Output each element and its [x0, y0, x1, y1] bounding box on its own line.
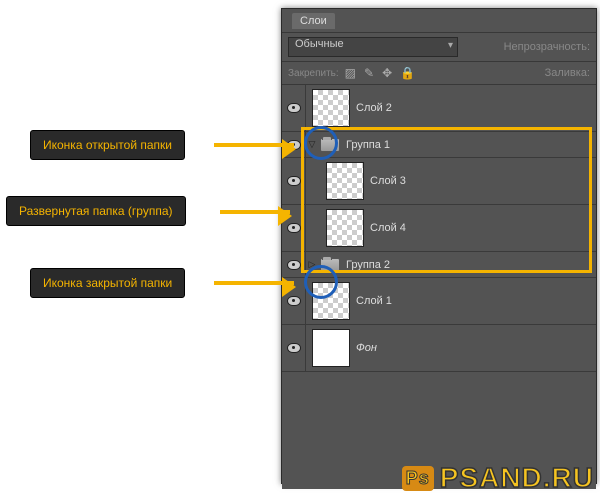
visibility-toggle[interactable]: [282, 158, 306, 204]
layer-name[interactable]: Слой 3: [370, 175, 596, 187]
layer-thumbnail[interactable]: [326, 162, 364, 200]
layer-thumbnail[interactable]: [326, 209, 364, 247]
layer-name[interactable]: Слой 2: [356, 102, 596, 114]
panel-lockbar: Закрепить: ▨ ✎ ✥ 🔒 Заливка:: [282, 62, 596, 85]
lock-move-icon[interactable]: ✥: [382, 66, 392, 80]
lock-icons: ▨ ✎ ✥ 🔒: [345, 66, 415, 80]
layer-thumbnail[interactable]: [312, 329, 350, 367]
layer-name[interactable]: Фон: [356, 342, 596, 354]
lock-label: Закрепить:: [288, 68, 339, 79]
lock-all-icon[interactable]: 🔒: [400, 66, 415, 80]
visibility-toggle[interactable]: [282, 205, 306, 251]
blend-mode-select[interactable]: Обычные: [288, 37, 458, 57]
layer-row[interactable]: Слой 3: [282, 158, 596, 205]
arrow-expanded-group: [220, 210, 290, 214]
watermark: Ps PSAND.RU: [402, 462, 594, 494]
eye-icon: [287, 176, 301, 186]
layer-group-row[interactable]: ▽ Группа 1: [282, 132, 596, 158]
layer-row[interactable]: Слой 2: [282, 85, 596, 132]
eye-icon: [287, 296, 301, 306]
lock-pixels-icon[interactable]: ▨: [345, 66, 356, 80]
annotation-expanded-group: Развернутая папка (группа): [6, 196, 186, 226]
disclosure-closed-icon[interactable]: ▷: [306, 259, 318, 270]
watermark-text: PSAND.RU: [440, 462, 594, 494]
layer-thumbnail[interactable]: [312, 282, 350, 320]
eye-icon: [287, 103, 301, 113]
blend-mode-value: Обычные: [295, 38, 344, 50]
visibility-toggle[interactable]: [282, 252, 306, 277]
visibility-toggle[interactable]: [282, 85, 306, 131]
eye-icon: [287, 223, 301, 233]
layer-row[interactable]: Слой 4: [282, 205, 596, 252]
layer-thumbnail[interactable]: [312, 89, 350, 127]
lock-brush-icon[interactable]: ✎: [364, 66, 374, 80]
annotation-open-folder: Иконка открытой папки: [30, 130, 185, 160]
layer-row[interactable]: Слой 1: [282, 278, 596, 325]
layer-name[interactable]: Слой 4: [370, 222, 596, 234]
visibility-toggle[interactable]: [282, 278, 306, 324]
annotation-closed-folder: Иконка закрытой папки: [30, 268, 185, 298]
layer-name[interactable]: Слой 1: [356, 295, 596, 307]
visibility-toggle[interactable]: [282, 132, 306, 157]
panel-topbar: Обычные Непрозрачность:: [282, 33, 596, 62]
layer-group-row[interactable]: ▷ Группа 2: [282, 252, 596, 278]
folder-icon: [320, 138, 340, 152]
eye-icon: [287, 140, 301, 150]
folder-icon: [320, 258, 340, 272]
layer-name[interactable]: Группа 1: [346, 139, 596, 151]
eye-icon: [287, 343, 301, 353]
opacity-label: Непрозрачность:: [504, 41, 590, 53]
layer-row[interactable]: Фон: [282, 325, 596, 372]
fill-label: Заливка:: [545, 67, 590, 79]
layer-name[interactable]: Группа 2: [346, 259, 596, 271]
disclosure-open-icon[interactable]: ▽: [306, 139, 318, 150]
eye-icon: [287, 260, 301, 270]
panel-title[interactable]: Слои: [292, 13, 335, 29]
layers-panel: Слои Обычные Непрозрачность: Закрепить: …: [281, 8, 597, 484]
panel-tab-bar: Слои: [282, 9, 596, 33]
visibility-toggle[interactable]: [282, 325, 306, 371]
layers-list[interactable]: Слой 2 ▽ Группа 1 Слой 3 Слой 4 ▷ Группа 2 Слой…: [282, 85, 596, 489]
watermark-badge: Ps: [402, 466, 434, 491]
